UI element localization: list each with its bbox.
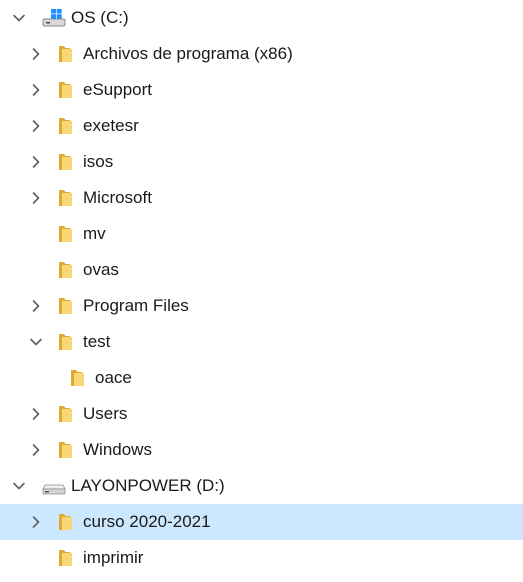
folder-icon — [57, 108, 75, 144]
tree-item-label: Microsoft — [83, 188, 152, 207]
tree-item-archivos-x86[interactable]: Archivos de programa (x86) — [0, 36, 523, 72]
folder-icon — [57, 144, 75, 180]
chevron-right-icon[interactable] — [24, 180, 48, 216]
tree-item-ovas[interactable]: ovas — [0, 252, 523, 288]
chevron-right-icon[interactable] — [24, 288, 48, 324]
folder-icon — [57, 396, 75, 432]
tree-item-program-files[interactable]: Program Files — [0, 288, 523, 324]
tree-item-label: oace — [95, 368, 132, 387]
tree-item-label: OS (C:) — [71, 8, 129, 27]
chevron-down-icon[interactable] — [24, 324, 48, 360]
folder-icon — [57, 504, 75, 540]
tree-item-label: Windows — [83, 440, 152, 459]
tree-item-curso-2020-2021[interactable]: curso 2020-2021 — [0, 504, 523, 540]
chevron-right-icon[interactable] — [24, 432, 48, 468]
tree-item-label: imprimir — [83, 548, 144, 567]
tree-item-esupport[interactable]: eSupport — [0, 72, 523, 108]
tree-item-label: Users — [83, 404, 128, 423]
tree-item-label: isos — [83, 152, 114, 171]
tree-item-label: mv — [83, 224, 106, 243]
chevron-right-icon[interactable] — [24, 396, 48, 432]
tree-item-label: Program Files — [83, 296, 189, 315]
folder-icon — [57, 252, 75, 288]
tree-item-label: ovas — [83, 260, 119, 279]
tree-item-label: LAYONPOWER (D:) — [71, 476, 225, 495]
tree-item-isos[interactable]: isos — [0, 144, 523, 180]
tree-item-label: test — [83, 332, 111, 351]
folder-icon — [57, 432, 75, 468]
tree-item-exetesr[interactable]: exetesr — [0, 108, 523, 144]
tree-item-microsoft[interactable]: Microsoft — [0, 180, 523, 216]
chevron-right-icon[interactable] — [24, 36, 48, 72]
tree-item-label: curso 2020-2021 — [83, 512, 211, 531]
chevron-right-icon[interactable] — [24, 144, 48, 180]
tree-item-drive-c[interactable]: OS (C:) — [0, 0, 523, 36]
tree-item-users[interactable]: Users — [0, 396, 523, 432]
folder-icon — [57, 324, 75, 360]
folder-icon — [57, 36, 75, 72]
folder-icon — [69, 360, 87, 396]
chevron-right-icon[interactable] — [24, 504, 48, 540]
tree-item-label: Archivos de programa (x86) — [83, 44, 293, 63]
chevron-down-icon[interactable] — [7, 468, 31, 504]
tree-item-label: exetesr — [83, 116, 139, 135]
drive-icon — [41, 468, 67, 504]
folder-icon — [57, 288, 75, 324]
chevron-down-icon[interactable] — [7, 0, 31, 36]
chevron-right-icon[interactable] — [24, 72, 48, 108]
tree-item-label: eSupport — [83, 80, 152, 99]
tree-item-imprimir[interactable]: imprimir — [0, 540, 523, 576]
chevron-right-icon[interactable] — [24, 108, 48, 144]
tree-item-mv[interactable]: mv — [0, 216, 523, 252]
tree-item-windows[interactable]: Windows — [0, 432, 523, 468]
tree-item-drive-d[interactable]: LAYONPOWER (D:) — [0, 468, 523, 504]
folder-icon — [57, 540, 75, 576]
windows-drive-icon — [41, 0, 67, 36]
folder-icon — [57, 180, 75, 216]
folder-icon — [57, 216, 75, 252]
tree-item-oace[interactable]: oace — [0, 360, 523, 396]
navigation-tree: OS (C:) Archivos de programa (x86) eSuppor… — [0, 0, 523, 582]
folder-icon — [57, 72, 75, 108]
tree-item-test[interactable]: test — [0, 324, 523, 360]
